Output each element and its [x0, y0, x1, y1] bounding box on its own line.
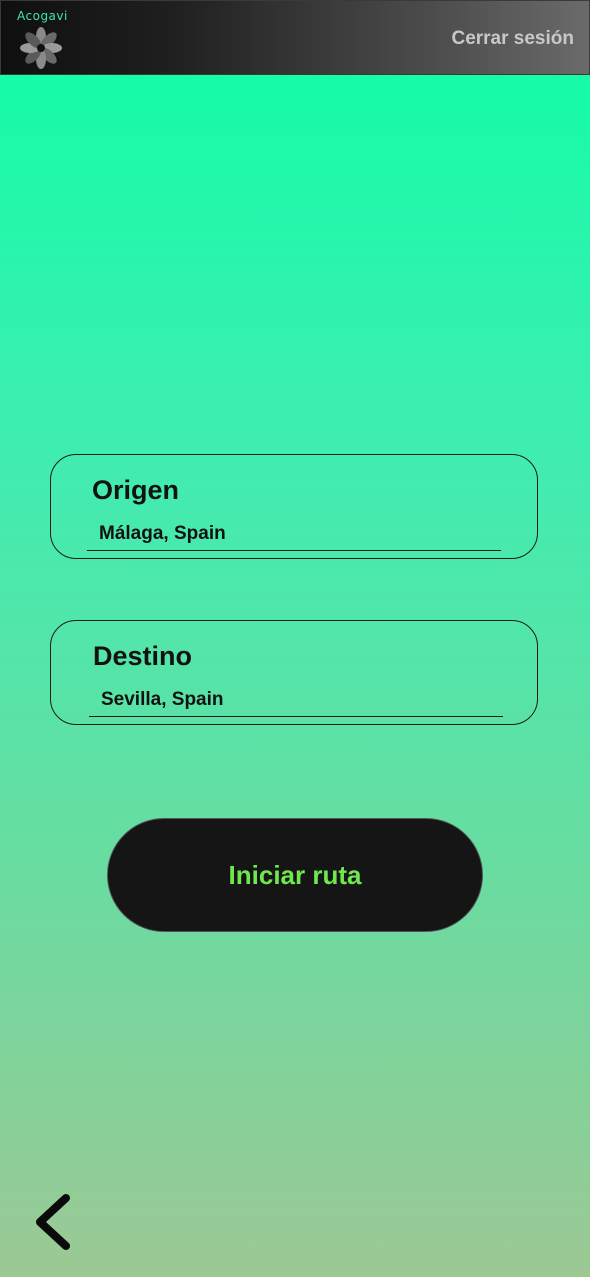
logout-button[interactable]: Cerrar sesión	[451, 28, 574, 50]
origin-input[interactable]	[87, 517, 501, 551]
origin-card: Origen	[50, 454, 538, 559]
chevron-left-icon	[36, 1194, 70, 1250]
destination-card: Destino	[50, 620, 538, 725]
destination-input[interactable]	[89, 683, 503, 717]
brand-name: Acogavi	[17, 9, 68, 23]
flower-logo-icon	[20, 27, 62, 69]
origin-label: Origen	[92, 475, 180, 505]
start-route-button[interactable]: Iniciar ruta	[107, 818, 483, 932]
top-bar: Acogavi Cerrar sesión	[0, 0, 590, 75]
back-button[interactable]	[28, 1190, 80, 1254]
destination-label: Destino	[93, 641, 193, 671]
